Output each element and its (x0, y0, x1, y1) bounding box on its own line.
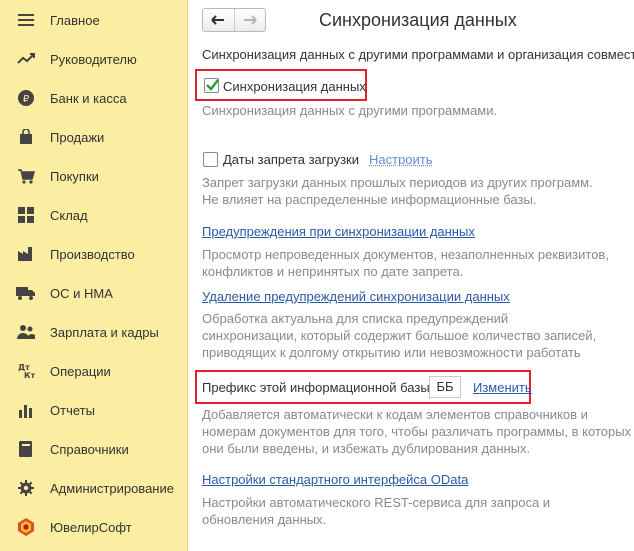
factory-icon (16, 244, 36, 264)
trend-line-icon (16, 49, 36, 69)
svg-text:₽: ₽ (23, 94, 30, 105)
page-title: Синхронизация данных (319, 10, 517, 30)
nav-buttons (202, 8, 266, 32)
sidebar-item-brand[interactable]: ЮвелирСофт (0, 508, 188, 546)
warnings-desc-1: Просмотр непроведенных документов, незап… (202, 247, 609, 262)
odata-settings-link[interactable]: Настройки стандартного интерфейса OData (202, 472, 468, 487)
prefix-field[interactable]: ББ (429, 376, 461, 398)
delete-warnings-desc-2: синхронизации, который содержит большое … (202, 328, 597, 343)
intro-text: Синхронизация данных с другими программа… (202, 47, 634, 62)
sidebar-item-assets[interactable]: ОС и НМА (0, 274, 188, 312)
sidebar-item-label: Справочники (50, 441, 129, 457)
sidebar-item-main[interactable]: Главное (0, 1, 188, 39)
debit-credit-icon: Дт Кт (16, 361, 36, 381)
back-button[interactable] (203, 9, 234, 31)
configure-link[interactable]: Настроить (369, 152, 433, 167)
sidebar-item-warehouse[interactable]: Склад (0, 196, 188, 234)
svg-text:Кт: Кт (24, 371, 35, 379)
sidebar-item-bank[interactable]: ₽ Банк и касса (0, 79, 188, 117)
lock-dates-desc-1: Запрет загрузки данных прошлых периодов … (202, 175, 593, 190)
gear-icon (16, 478, 36, 498)
ruble-coin-icon: ₽ (16, 88, 36, 108)
checkmark-icon (206, 79, 219, 91)
prefix-desc-3: они были введены, и избежать дублировани… (202, 441, 531, 456)
prefix-desc-1: Добавляется автоматически к кодам элемен… (202, 407, 588, 422)
people-icon (16, 322, 36, 342)
odata-desc-1: Настройки автоматического REST-сервиса д… (202, 495, 551, 510)
sidebar-item-label: Операции (50, 363, 111, 379)
forward-button[interactable] (233, 9, 266, 31)
sidebar-item-label: ЮвелирСофт (50, 519, 132, 535)
sidebar-item-label: Продажи (50, 129, 105, 145)
prefix-desc-2: номерам документов для того, чтобы разли… (202, 424, 632, 439)
change-prefix-link[interactable]: Изменить (473, 380, 532, 395)
prefix-label: Префикс этой информационной базы: (202, 380, 434, 395)
sidebar-item-production[interactable]: Производство (0, 235, 188, 273)
lock-dates-checkbox[interactable] (203, 152, 218, 167)
odata-desc-2: обновления данных. (202, 512, 327, 527)
sidebar-item-label: Производство (50, 246, 135, 262)
sidebar: Главное Руководителю ₽ Банк и касса Прод… (0, 0, 188, 551)
sidebar-item-operations[interactable]: Дт Кт Операции (0, 352, 188, 390)
sidebar-item-manager[interactable]: Руководителю (0, 40, 188, 78)
sidebar-item-admin[interactable]: Администрирование (0, 469, 188, 507)
delete-warnings-link[interactable]: Удаление предупреждений синхронизации да… (202, 289, 510, 304)
sidebar-item-label: Покупки (50, 168, 99, 184)
sidebar-item-label: Отчеты (50, 402, 95, 418)
book-icon (16, 439, 36, 459)
delete-warnings-desc-1: Обработка актуальна для списка предупреж… (202, 311, 509, 326)
sidebar-item-label: Зарплата и кадры (50, 324, 159, 340)
delete-warnings-desc-3: приводящих к долгому открытию или невозм… (202, 345, 581, 360)
sync-desc: Синхронизация данных с другими программа… (202, 103, 498, 118)
main-panel: Синхронизация данных Синхронизация данны… (189, 0, 634, 551)
sidebar-item-label: Склад (50, 207, 88, 223)
sidebar-item-reports[interactable]: Отчеты (0, 391, 188, 429)
forward-arrow-icon (243, 15, 257, 25)
sidebar-item-label: Банк и касса (50, 90, 127, 106)
hamburger-icon (16, 10, 36, 30)
lock-dates-label[interactable]: Даты запрета загрузки (223, 152, 359, 167)
shopping-bag-icon (16, 127, 36, 147)
back-arrow-icon (211, 15, 225, 25)
lock-dates-desc-2: Не влияет на распределенные информационн… (202, 192, 537, 207)
sidebar-item-label: ОС и НМА (50, 285, 113, 301)
warnings-desc-2: конфликтов и непринятых по дате запрета. (202, 264, 464, 279)
truck-icon (16, 283, 36, 303)
sidebar-item-salary[interactable]: Зарплата и кадры (0, 313, 188, 351)
sidebar-item-label: Руководителю (50, 51, 137, 67)
shopping-cart-icon (16, 166, 36, 186)
sidebar-item-label: Администрирование (50, 480, 174, 496)
sidebar-item-purchases[interactable]: Покупки (0, 157, 188, 195)
brand-logo-icon (16, 517, 36, 537)
sidebar-item-directories[interactable]: Справочники (0, 430, 188, 468)
sidebar-item-sales[interactable]: Продажи (0, 118, 188, 156)
sidebar-item-label: Главное (50, 12, 100, 28)
warnings-link[interactable]: Предупреждения при синхронизации данных (202, 224, 475, 239)
sync-checkbox[interactable] (204, 78, 219, 93)
bar-chart-icon (16, 400, 36, 420)
sync-checkbox-label[interactable]: Синхронизация данных (223, 79, 366, 94)
warehouse-grid-icon (16, 205, 36, 225)
